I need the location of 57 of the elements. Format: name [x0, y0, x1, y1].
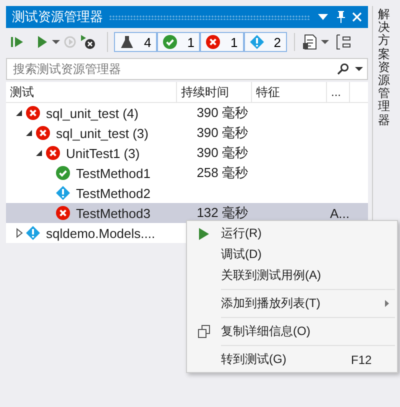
info-icon — [26, 226, 40, 240]
menu-item[interactable]: 关联到测试用例(A) — [187, 265, 397, 286]
expanded-icon[interactable] — [14, 108, 24, 118]
filter-button[interactable]: 1 — [157, 32, 200, 52]
error-icon — [56, 206, 70, 220]
filter-button[interactable]: 2 — [244, 32, 287, 52]
caret-icon[interactable] — [320, 40, 329, 44]
run-icon — [199, 228, 209, 240]
selected-row[interactable]: TestMethod3 132 毫秒 A... — [6, 203, 368, 223]
menu-item[interactable]: 添加到播放列表(T) — [187, 293, 397, 314]
pin-icon[interactable] — [336, 11, 346, 23]
expanded-icon[interactable] — [24, 128, 34, 138]
test-name: UnitTest1 (3) — [66, 146, 140, 160]
column-header[interactable]: 测试 — [6, 82, 177, 102]
duration-text: 258 毫秒 — [196, 165, 248, 180]
duration-text: 390 毫秒 — [196, 105, 248, 120]
caret-icon[interactable] — [355, 67, 363, 71]
duration-text: 390 毫秒 — [196, 125, 248, 140]
column-header[interactable]: 特征 — [252, 82, 327, 102]
search-field[interactable]: 搜索测试资源管理器 — [6, 58, 368, 80]
dropdown-icon[interactable] — [316, 14, 330, 20]
menu-item[interactable]: 转到测试(G) F12 — [187, 349, 397, 370]
test-name: TestMethod2 — [76, 186, 150, 200]
cancel-icon[interactable] — [80, 35, 96, 49]
check-icon — [163, 35, 178, 49]
error-icon — [36, 126, 50, 140]
collapsed-icon[interactable] — [14, 228, 24, 238]
close-icon[interactable] — [352, 12, 362, 22]
window-title: 测试资源管理器 — [12, 8, 103, 26]
check-icon — [56, 166, 70, 180]
group-icon[interactable] — [336, 34, 352, 50]
caret-icon[interactable] — [52, 40, 60, 44]
column-header[interactable]: ... — [327, 82, 350, 102]
info-icon — [250, 35, 264, 49]
menu-item[interactable]: 复制详细信息(O) — [187, 321, 397, 342]
error-icon — [46, 146, 60, 160]
flask-icon — [120, 35, 134, 49]
expanded-icon[interactable] — [34, 148, 44, 158]
run-icon[interactable] — [35, 35, 49, 49]
error-icon — [26, 106, 40, 120]
cell-text: A... — [330, 206, 350, 220]
filter-button[interactable]: 1 — [200, 32, 244, 52]
error-icon — [206, 35, 220, 49]
menu-item[interactable]: 调试(D) — [187, 244, 397, 265]
test-name: sql_unit_test (3) — [56, 126, 148, 140]
test-name: TestMethod1 — [76, 166, 150, 180]
filter-button[interactable]: 4 — [114, 32, 158, 52]
test-name: TestMethod3 — [76, 206, 150, 220]
duration-text: 132 毫秒 — [196, 205, 248, 220]
search-icon[interactable] — [337, 63, 349, 75]
test-name: sqldemo.Models.... — [46, 226, 156, 240]
test-name: sql_unit_test (4) — [46, 106, 138, 120]
info-icon — [56, 186, 70, 200]
title-grip[interactable] — [109, 14, 310, 20]
duration-text: 390 毫秒 — [196, 145, 248, 160]
column-header[interactable]: 持续时间 — [177, 82, 252, 102]
copy-icon — [198, 325, 210, 338]
